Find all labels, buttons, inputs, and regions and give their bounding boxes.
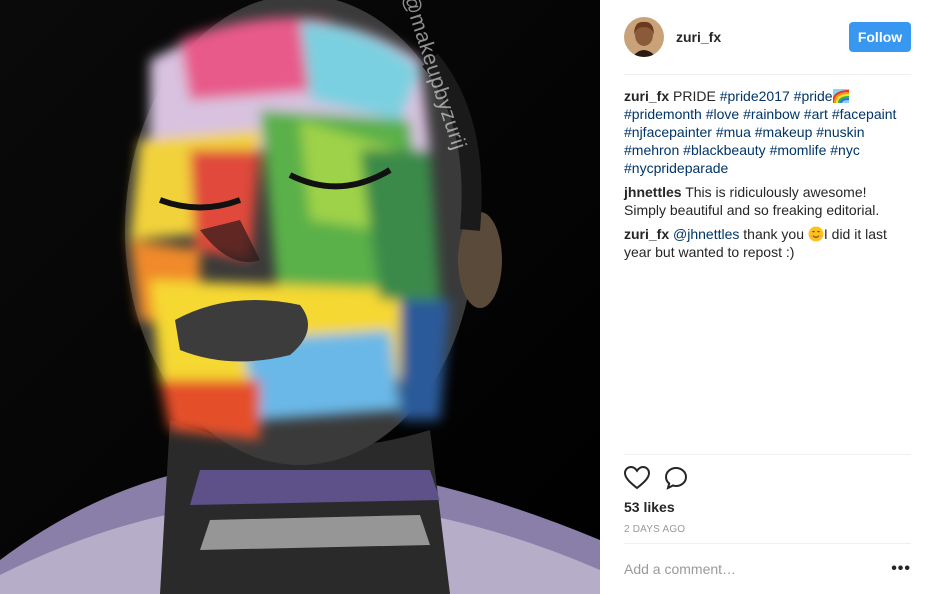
hashtag-link[interactable]: #blackbeauty (683, 142, 766, 158)
hashtag-link[interactable]: #facepaint (832, 106, 897, 122)
hashtag-link[interactable]: #pride (794, 88, 833, 104)
rainbow-emoji-icon (832, 89, 849, 103)
hashtag-link[interactable]: #makeup (755, 124, 813, 140)
more-options-button[interactable]: ••• (891, 560, 911, 578)
comment-text: thank you (743, 226, 804, 242)
caption-author[interactable]: zuri_fx (624, 88, 669, 104)
hashtag-link[interactable]: #pridemonth (624, 106, 702, 122)
comment-item: zuri_fx @jhnettles thank you I did it la… (624, 225, 911, 261)
hashtag-link[interactable]: #nycprideparade (624, 160, 728, 176)
hashtag-link[interactable]: #nyc (830, 142, 860, 158)
follow-button[interactable]: Follow (849, 22, 911, 52)
mention-link[interactable]: @jhnettles (673, 226, 739, 242)
hashtag-link[interactable]: #pride2017 (720, 88, 790, 104)
post-actions: 53 likes 2 DAYS AGO (624, 454, 911, 535)
comment-button[interactable] (664, 466, 688, 490)
like-button[interactable] (624, 466, 650, 490)
comments-list: zuri_fx PRIDE #pride2017 #pride #pridemo… (624, 75, 911, 453)
likes-count[interactable]: 53 likes (624, 499, 911, 515)
comment-input[interactable]: Add a comment… (624, 561, 891, 577)
hashtag-link[interactable]: #mua (716, 124, 751, 140)
post-sidebar: zuri_fx Follow zuri_fx PRIDE #pride2017 … (600, 0, 935, 594)
caption-text: PRIDE (673, 88, 716, 104)
smile-emoji-icon (808, 226, 824, 242)
heart-icon (624, 466, 650, 490)
comment-item: jhnettles This is ridiculously awesome! … (624, 183, 911, 219)
post-timestamp[interactable]: 2 DAYS AGO (624, 524, 911, 535)
hashtag-link[interactable]: #mehron (624, 142, 679, 158)
hashtag-link[interactable]: #art (804, 106, 828, 122)
post-header: zuri_fx Follow (624, 0, 911, 75)
hashtag-link[interactable]: #rainbow (743, 106, 800, 122)
avatar-icon (624, 17, 664, 57)
face-paint-photo (0, 0, 600, 594)
hashtag-link[interactable]: #nuskin (816, 124, 864, 140)
action-icons (624, 455, 911, 501)
comment-bubble-icon (664, 466, 688, 490)
hashtag-link[interactable]: #momlife (770, 142, 827, 158)
comment-author[interactable]: zuri_fx (624, 226, 669, 242)
add-comment-bar: Add a comment… ••• (624, 543, 911, 594)
post-container: @makeupbyzurij zuri_fx Follow zuri_fx PR… (0, 0, 935, 594)
header-username[interactable]: zuri_fx (676, 29, 849, 45)
hashtag-link[interactable]: #njfacepainter (624, 124, 712, 140)
hashtag-link[interactable]: #love (706, 106, 739, 122)
comment-author[interactable]: jhnettles (624, 184, 682, 200)
caption: zuri_fx PRIDE #pride2017 #pride #pridemo… (624, 87, 911, 177)
post-image[interactable]: @makeupbyzurij (0, 0, 600, 594)
avatar[interactable] (624, 17, 664, 57)
